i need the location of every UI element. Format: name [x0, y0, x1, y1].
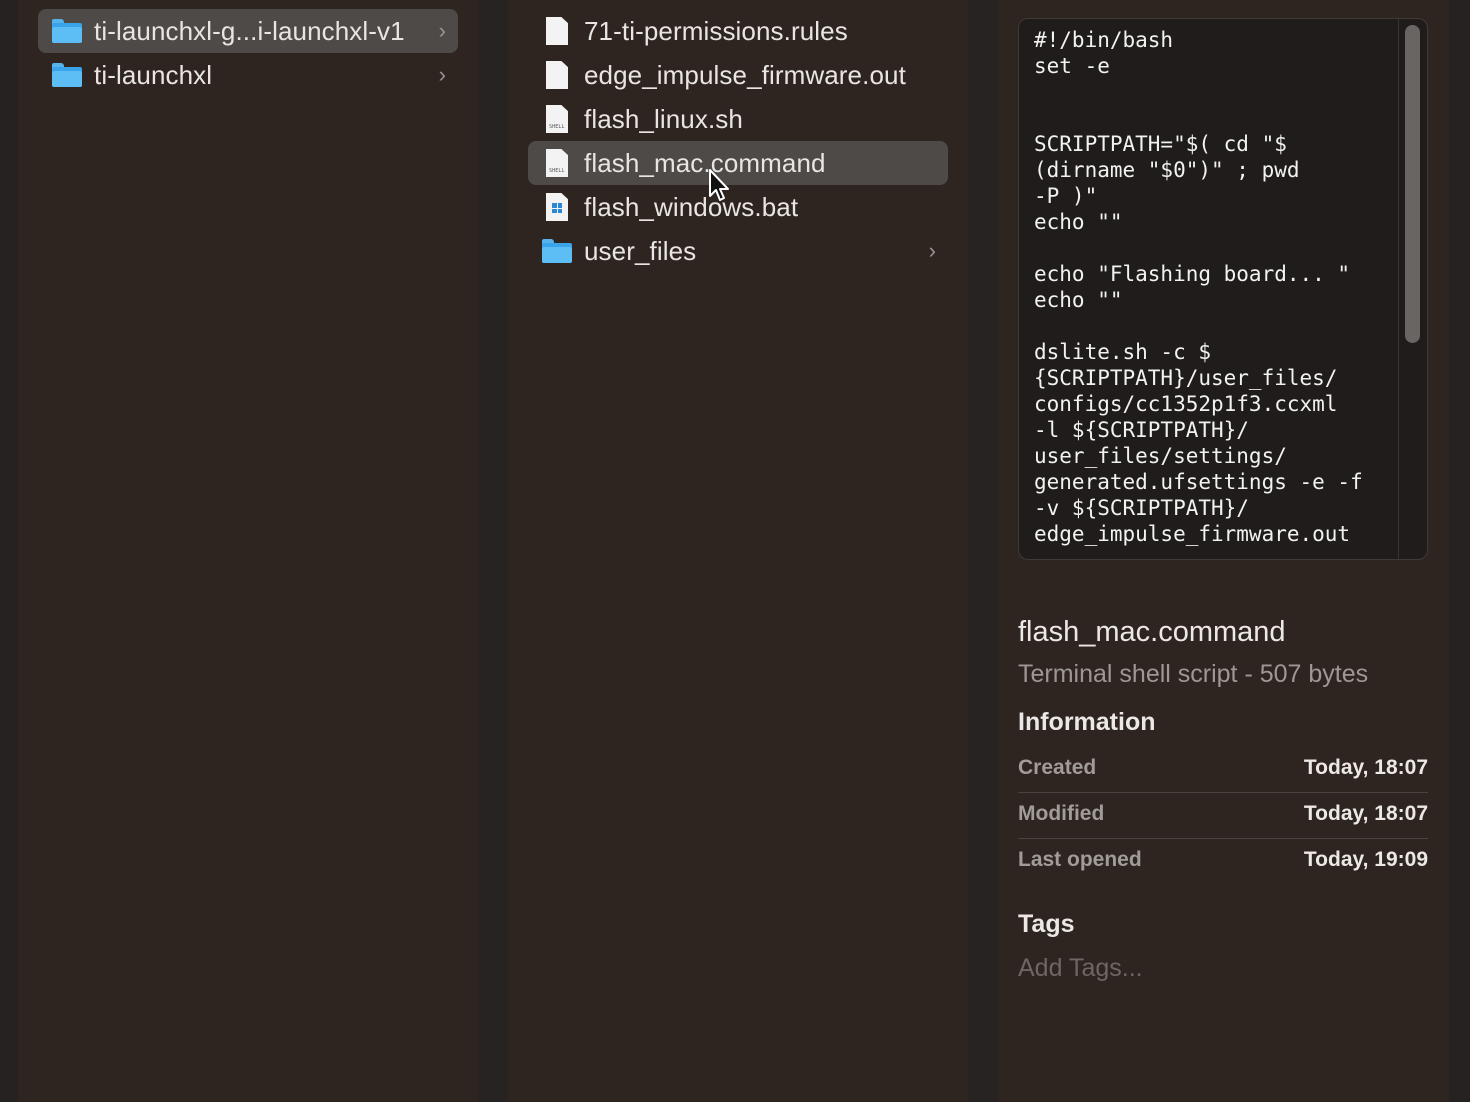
folder-row-ti-launchxl-v1[interactable]: ti-launchxl-g...i-launchxl-v1 › — [38, 9, 458, 53]
file-name-title: flash_mac.command — [1018, 616, 1286, 648]
file-preview[interactable]: #!/bin/bash set -e SCRIPTPATH="$( cd "$ … — [1018, 18, 1428, 560]
info-row-last-opened: Last opened Today, 19:09 — [1018, 838, 1428, 884]
file-row-flash-mac[interactable]: SHELL flash_mac.command — [528, 141, 948, 185]
folder-label: user_files — [584, 235, 697, 266]
info-value: Today, 18:07 — [1303, 756, 1428, 779]
folder-icon — [542, 236, 572, 266]
file-row-flash-windows[interactable]: flash_windows.bat — [528, 185, 948, 229]
tags-heading: Tags — [1018, 910, 1075, 938]
window-left-edge — [0, 0, 18, 1102]
column-2[interactable]: 71-ti-permissions.rules edge_impulse_fir… — [508, 0, 968, 1102]
chevron-right-icon: › — [928, 238, 936, 263]
file-row-flash-linux[interactable]: SHELL flash_linux.sh — [528, 97, 948, 141]
document-icon — [542, 16, 572, 46]
file-label: 71-ti-permissions.rules — [584, 15, 848, 46]
info-value: Today, 18:07 — [1303, 802, 1428, 825]
folder-label: ti-launchxl — [94, 59, 213, 90]
file-label: flash_linux.sh — [584, 103, 743, 134]
folder-row-user-files[interactable]: user_files › — [528, 229, 948, 273]
column-divider[interactable] — [478, 0, 508, 1102]
file-row-firmware-out[interactable]: edge_impulse_firmware.out — [528, 53, 948, 97]
preview-scrollbar-thumb[interactable] — [1405, 25, 1420, 343]
shell-script-icon: SHELL — [542, 148, 572, 178]
file-row-permissions-rules[interactable]: 71-ti-permissions.rules — [528, 9, 948, 53]
file-kind-subtitle: Terminal shell script - 507 bytes — [1018, 660, 1369, 688]
windows-batch-icon — [542, 192, 572, 222]
chevron-right-icon: › — [438, 18, 446, 43]
folder-label: ti-launchxl-g...i-launchxl-v1 — [94, 15, 405, 46]
column-1[interactable]: ti-launchxl-g...i-launchxl-v1 › ti-launc… — [18, 0, 478, 1102]
shell-script-icon: SHELL — [542, 104, 572, 134]
document-icon — [542, 60, 572, 90]
file-label: flash_mac.command — [584, 147, 826, 178]
folder-icon — [52, 16, 82, 46]
info-value: Today, 19:09 — [1303, 848, 1428, 871]
info-row-created: Created Today, 18:07 — [1018, 746, 1428, 793]
preview-scrollbar-track[interactable] — [1398, 19, 1427, 559]
folder-row-ti-launchxl[interactable]: ti-launchxl › — [38, 53, 458, 97]
info-row-modified: Modified Today, 18:07 — [1018, 792, 1428, 839]
column-divider[interactable] — [968, 0, 998, 1102]
folder-icon — [52, 60, 82, 90]
file-label: flash_windows.bat — [584, 191, 799, 222]
info-key: Created — [1018, 756, 1097, 779]
mouse-pointer-icon — [709, 169, 729, 201]
info-key: Last opened — [1018, 848, 1142, 871]
script-preview-text: #!/bin/bash set -e SCRIPTPATH="$( cd "$ … — [1034, 28, 1363, 546]
information-heading: Information — [1018, 708, 1156, 736]
file-label: edge_impulse_firmware.out — [584, 59, 906, 90]
info-key: Modified — [1018, 802, 1105, 825]
chevron-right-icon: › — [438, 62, 446, 87]
add-tags-field[interactable]: Add Tags... — [1018, 954, 1143, 983]
window-right-edge — [1449, 0, 1470, 1102]
